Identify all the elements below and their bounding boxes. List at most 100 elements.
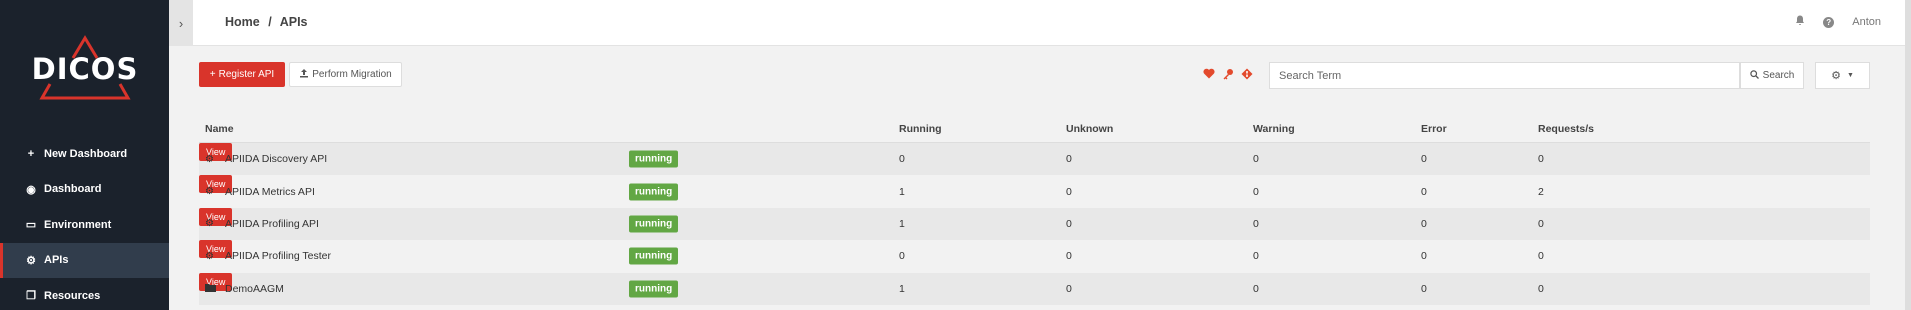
- requests-rate: 2: [1538, 185, 1544, 198]
- sidebar-item-new-dashboard[interactable]: + New Dashboard: [0, 136, 169, 172]
- cogs-icon: ⚙: [26, 254, 36, 267]
- running-count: 1: [899, 185, 905, 198]
- sidebar-item-apis[interactable]: ⚙ APIs: [0, 242, 169, 278]
- table-header: Name Running Unknown Warning Error Reque…: [199, 117, 1870, 143]
- heart-icon[interactable]: [1203, 68, 1215, 83]
- table-row[interactable]: ⚙ APIIDA Discovery API running 0 0 0 0 0 …: [199, 143, 1870, 176]
- sidebar-item-environment[interactable]: ▭ Environment: [0, 207, 169, 243]
- status-badge: running: [629, 183, 679, 201]
- requests-rate: 0: [1538, 153, 1544, 166]
- status-badge: running: [629, 280, 679, 298]
- user-menu[interactable]: Anton: [1852, 16, 1881, 28]
- header-running[interactable]: Running: [899, 123, 942, 135]
- header-warning[interactable]: Warning: [1253, 123, 1295, 135]
- api-name[interactable]: APIIDA Metrics API: [225, 186, 315, 198]
- api-name[interactable]: APIIDA Profiling API: [225, 218, 319, 230]
- warning-count: 0: [1253, 153, 1259, 166]
- status-badge: running: [629, 247, 679, 265]
- quick-filter-icons: [1203, 68, 1253, 83]
- table-row[interactable]: ⚙ APIIDA Profiling Tester running 0 0 0 0…: [199, 240, 1870, 273]
- dicos-logo[interactable]: DICOS: [30, 32, 140, 102]
- requests-rate: 0: [1538, 217, 1544, 230]
- upload-icon: [299, 68, 309, 81]
- sidebar-collapse-toggle[interactable]: ›: [169, 0, 193, 46]
- breadcrumb-current: APIs: [279, 15, 308, 29]
- apis-table: Name Running Unknown Warning Error Reque…: [199, 117, 1870, 305]
- sidebar-item-label: New Dashboard: [44, 147, 128, 160]
- breadcrumb-separator: /: [268, 15, 272, 29]
- cogs-icon: ⚙: [205, 186, 214, 198]
- page-scrollbar[interactable]: [1905, 0, 1911, 310]
- error-count: 0: [1421, 282, 1427, 295]
- error-count: 0: [1421, 153, 1427, 166]
- bell-icon[interactable]: [1795, 15, 1805, 29]
- dashboard-icon: ◉: [26, 183, 36, 196]
- header-error[interactable]: Error: [1421, 123, 1447, 135]
- search-button[interactable]: Search: [1740, 62, 1804, 89]
- cogs-icon: ⚙: [205, 153, 214, 165]
- copy-icon: ❐: [26, 290, 36, 303]
- gear-icon: ⚙: [1831, 70, 1841, 82]
- warning-count: 0: [1253, 250, 1259, 263]
- search-button-label: Search: [1762, 70, 1795, 81]
- key-icon[interactable]: [1222, 68, 1234, 83]
- breadcrumb-home[interactable]: Home: [225, 15, 260, 29]
- chevron-right-icon: ›: [178, 15, 184, 31]
- table-row[interactable]: ⚙ APIIDA Metrics API running 1 0 0 0 2 Vi…: [199, 175, 1870, 208]
- unknown-count: 0: [1066, 217, 1072, 230]
- plus-icon: +: [209, 69, 216, 80]
- status-badge: running: [629, 215, 679, 233]
- logo-text: DICOS: [31, 52, 139, 86]
- running-count: 1: [899, 282, 905, 295]
- unknown-count: 0: [1066, 153, 1072, 166]
- requests-rate: 0: [1538, 250, 1544, 263]
- breadcrumb: Home / APIs: [225, 15, 313, 29]
- git-icon[interactable]: [1241, 68, 1253, 83]
- table-row[interactable]: DemoAAGM running 1 0 0 0 0 View: [199, 272, 1870, 305]
- sidebar-item-label: Dashboard: [44, 183, 102, 196]
- status-badge: running: [629, 150, 679, 168]
- warning-count: 0: [1253, 217, 1259, 230]
- api-name[interactable]: DemoAAGM: [225, 283, 284, 295]
- register-api-button[interactable]: + Register API: [199, 62, 285, 87]
- help-icon[interactable]: ?: [1823, 16, 1835, 28]
- requests-rate: 0: [1538, 282, 1544, 295]
- perform-migration-label: Perform Migration: [312, 69, 392, 80]
- unknown-count: 0: [1066, 250, 1072, 263]
- settings-dropdown-button[interactable]: ⚙ ▼: [1815, 62, 1870, 89]
- sidebar-item-label: APIs: [44, 254, 69, 267]
- monitor-icon: ▭: [25, 219, 37, 232]
- error-count: 0: [1421, 217, 1427, 230]
- api-name[interactable]: APIIDA Discovery API: [225, 153, 327, 165]
- cogs-icon: ⚙: [205, 218, 214, 230]
- warning-count: 0: [1253, 282, 1259, 295]
- sidebar-item-label: Resources: [44, 289, 101, 302]
- api-name[interactable]: APIIDA Profiling Tester: [225, 250, 331, 262]
- header-name[interactable]: Name: [205, 123, 234, 135]
- running-count: 1: [899, 217, 905, 230]
- top-header: Home / APIs ? Anton: [193, 0, 1911, 46]
- header-unknown[interactable]: Unknown: [1066, 123, 1113, 135]
- perform-migration-button[interactable]: Perform Migration: [289, 62, 402, 87]
- warning-count: 0: [1253, 185, 1259, 198]
- sidebar-item-dashboard[interactable]: ◉ Dashboard: [0, 172, 169, 208]
- unknown-count: 0: [1066, 282, 1072, 295]
- sidebar-nav: + New Dashboard ◉ Dashboard ▭ Environmen…: [0, 136, 169, 310]
- running-count: 0: [899, 250, 905, 263]
- running-count: 0: [899, 153, 905, 166]
- sidebar-item-label: Environment: [44, 218, 112, 231]
- cogs-icon: ⚙: [205, 250, 214, 262]
- sidebar: DICOS + New Dashboard ◉ Dashboard ▭ Envi…: [0, 0, 169, 310]
- sidebar-item-resources[interactable]: ❐ Resources: [0, 278, 169, 310]
- register-api-label: Register API: [218, 69, 275, 80]
- search-icon: [1749, 69, 1759, 82]
- header-requests[interactable]: Requests/s: [1538, 123, 1594, 135]
- table-row[interactable]: ⚙ APIIDA Profiling API running 1 0 0 0 0 …: [199, 207, 1870, 241]
- error-count: 0: [1421, 185, 1427, 198]
- error-count: 0: [1421, 250, 1427, 263]
- header-actions: ? Anton: [1795, 15, 1881, 29]
- plus-icon: +: [27, 147, 35, 160]
- search-input[interactable]: [1269, 62, 1740, 89]
- unknown-count: 0: [1066, 185, 1072, 198]
- caret-down-icon: ▼: [1846, 72, 1854, 79]
